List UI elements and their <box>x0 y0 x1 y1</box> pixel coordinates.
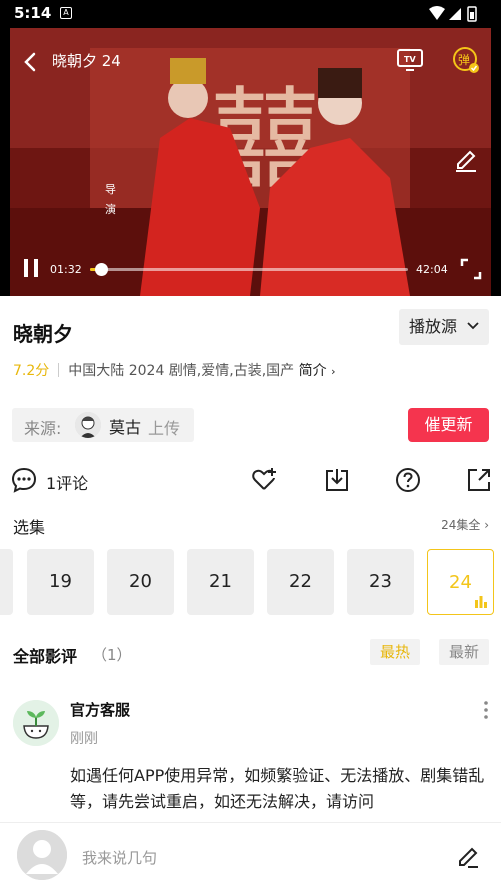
danmu-icon[interactable]: 弹 <box>452 46 480 74</box>
video-title: 晓朝夕 24 <box>52 52 121 70</box>
show-meta: 7.2分 中国大陆 2024 剧情,爱情,古装,国产 简介 › <box>13 360 335 382</box>
episode-partial[interactable] <box>0 549 13 615</box>
notification-icon: A <box>60 7 72 19</box>
danmu-label: 弹 <box>458 53 470 67</box>
actions-row: 1评论 <box>0 460 501 500</box>
fullscreen-icon[interactable] <box>460 258 482 280</box>
uploader-avatar <box>75 412 101 438</box>
user-avatar[interactable] <box>17 830 67 880</box>
edit-danmu-icon[interactable] <box>454 148 478 172</box>
episode-item-current[interactable]: 24 <box>427 549 494 615</box>
sort-hot-button[interactable]: 最热 <box>370 639 420 665</box>
uploader-name: 莫古 <box>109 418 142 437</box>
sort-new-button[interactable]: 最新 <box>439 639 489 665</box>
video-player[interactable]: 囍 导 演 晓朝夕 24 TV 弹 01:32 42:04 <box>0 28 501 296</box>
genres: 剧情,爱情,古装,国产 <box>168 363 295 379</box>
comment-count[interactable]: 1评论 <box>46 470 88 494</box>
year: 2024 <box>128 363 165 379</box>
episode-current-label: 24 <box>449 572 472 593</box>
comment-icon[interactable] <box>11 467 37 493</box>
episode-item[interactable]: 19 <box>27 549 94 615</box>
review-time: 刚刚 <box>70 731 98 747</box>
all-episodes-label: 24集全 <box>441 518 481 532</box>
uploader-label: 来源: <box>24 419 62 438</box>
write-comment-icon[interactable] <box>456 845 480 869</box>
favorite-add-icon[interactable] <box>251 467 277 493</box>
status-bar: 5:14 A <box>0 0 501 28</box>
title-row: 晓朝夕 播放源 <box>0 296 501 360</box>
reviews-heading: 全部影评 <box>13 647 78 666</box>
svg-text:TV: TV <box>404 55 416 64</box>
episode-item[interactable]: 21 <box>187 549 254 615</box>
playing-bars-icon <box>475 596 487 608</box>
chevron-right-icon: › <box>331 365 336 378</box>
svg-text:导: 导 <box>105 183 116 196</box>
episodes-heading: 选集 <box>13 518 46 537</box>
urge-update-button[interactable]: 催更新 <box>408 408 489 442</box>
all-episodes-link[interactable]: 24集全 › <box>441 516 489 533</box>
progress-bar[interactable] <box>90 263 408 276</box>
more-options-icon[interactable] <box>482 700 490 720</box>
intro-link[interactable]: 简介 › <box>299 363 336 379</box>
status-icons <box>429 6 477 22</box>
reviews-count: （1） <box>92 646 132 664</box>
episode-list[interactable]: 19 20 21 22 23 24 <box>0 548 501 616</box>
cast-tv-icon[interactable]: TV <box>396 48 424 72</box>
chevron-down-icon <box>467 322 479 330</box>
review-item: 官方客服 刚刚 如遇任何APP使用异常，如频繁验证、无法播放、剧集错乱等，请先尝… <box>0 690 501 825</box>
reviews-header: 全部影评 （1） 最热 最新 <box>0 636 501 670</box>
current-time: 01:32 <box>50 263 82 276</box>
source-button[interactable]: 播放源 <box>399 309 489 345</box>
uploader-chip[interactable]: 来源: 莫古 上传 <box>12 408 194 442</box>
pause-icon[interactable] <box>22 258 40 278</box>
episode-item[interactable]: 22 <box>267 549 334 615</box>
episode-item[interactable]: 20 <box>107 549 174 615</box>
episodes-header: 选集 24集全 › <box>0 510 501 540</box>
reviewer-name: 官方客服 <box>70 701 131 719</box>
intro-label: 简介 <box>298 363 327 379</box>
chevron-right-icon: › <box>484 518 489 532</box>
comment-input[interactable]: 我来说几句 <box>82 847 157 868</box>
back-icon[interactable] <box>20 50 42 74</box>
source-button-label: 播放源 <box>409 317 458 336</box>
comment-bar: 我来说几句 <box>0 822 501 890</box>
divider <box>58 363 60 377</box>
svg-text:演: 演 <box>105 202 116 216</box>
review-text: 如遇任何APP使用异常，如频繁验证、无法播放、剧集错乱等，请先尝试重启，如还无法… <box>70 766 485 811</box>
status-time: 5:14 <box>14 4 52 22</box>
region: 中国大陆 <box>68 363 125 379</box>
show-title: 晓朝夕 <box>13 322 73 346</box>
help-icon[interactable] <box>395 467 421 493</box>
uploader-action: 上传 <box>148 419 181 438</box>
wifi-icon <box>429 6 445 20</box>
rating: 7.2分 <box>13 363 50 379</box>
duration: 42:04 <box>416 263 448 276</box>
episode-item[interactable]: 23 <box>347 549 414 615</box>
signal-icon <box>449 8 461 20</box>
reviewer-avatar[interactable] <box>13 700 59 746</box>
download-icon[interactable] <box>324 467 350 493</box>
share-icon[interactable] <box>466 467 492 493</box>
